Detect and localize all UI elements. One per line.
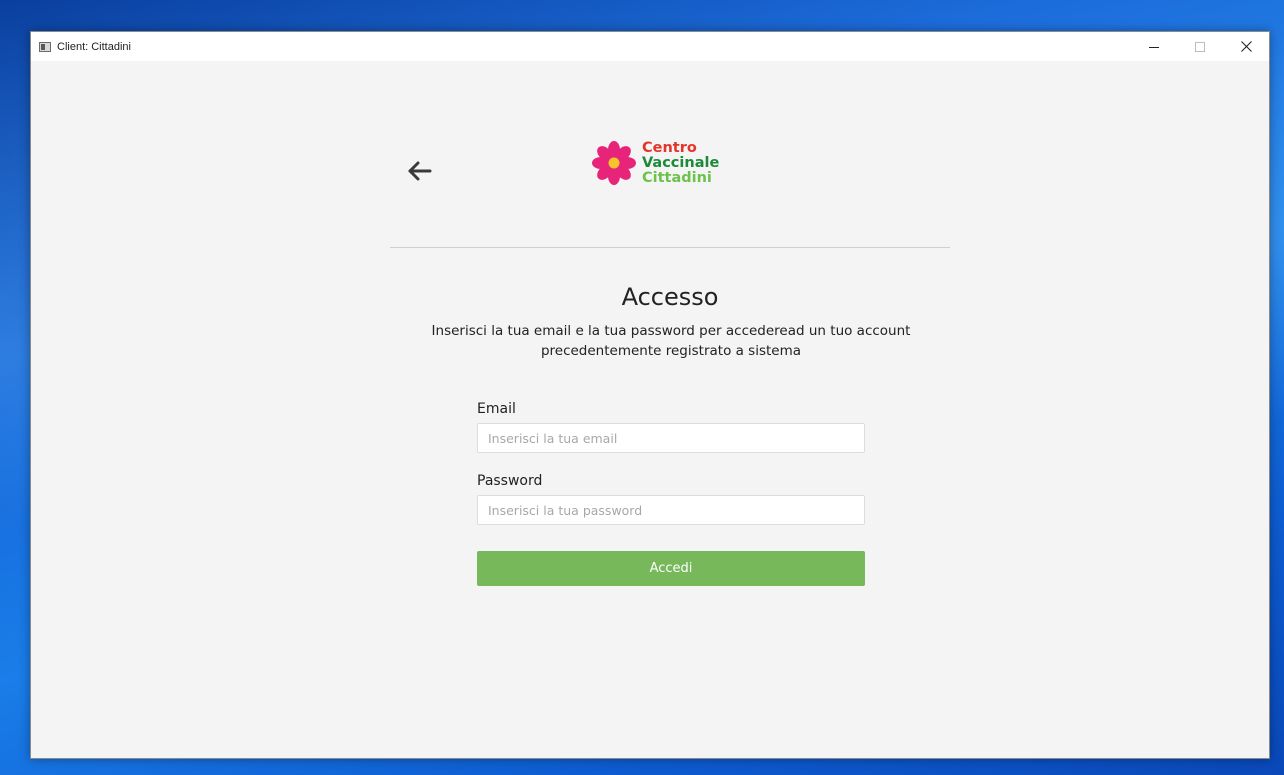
title-bar[interactable]: Client: Cittadini <box>31 32 1269 61</box>
login-button[interactable]: Accedi <box>477 551 865 586</box>
logo-line-1: Centro <box>642 139 697 156</box>
minimize-button[interactable] <box>1131 32 1177 61</box>
flower-logo-icon <box>592 141 636 185</box>
maximize-icon <box>1195 41 1205 52</box>
app-window-icon <box>39 41 51 52</box>
maximize-button[interactable] <box>1177 32 1223 61</box>
logo-text: Centro Vaccinale Cittadini <box>642 139 720 186</box>
password-field[interactable] <box>477 495 865 525</box>
close-button[interactable] <box>1223 32 1269 61</box>
window-title: Client: Cittadini <box>57 40 131 53</box>
arrow-left-icon <box>408 161 432 181</box>
header-row: Centro Vaccinale Cittadini <box>390 139 950 199</box>
header-divider <box>390 247 950 248</box>
close-icon <box>1240 41 1252 52</box>
logo-line-2: Vaccinale <box>642 154 720 171</box>
logo: Centro Vaccinale Cittadini <box>590 139 719 187</box>
minimize-icon <box>1149 46 1159 48</box>
email-field[interactable] <box>477 423 865 453</box>
login-form: Email Password Accedi <box>477 401 865 586</box>
page-subtitle: Inserisci la tua email e la tua password… <box>431 323 911 359</box>
back-button[interactable] <box>406 161 434 181</box>
app-window: Client: Cittadini Centro Vaccinale Citta… <box>30 31 1270 759</box>
window-controls <box>1131 32 1269 61</box>
password-label: Password <box>477 473 543 489</box>
email-label: Email <box>477 401 516 417</box>
password-group: Password <box>477 473 865 525</box>
logo-line-3: Cittadini <box>642 169 712 186</box>
email-group: Email <box>477 401 865 453</box>
page-title: Accesso <box>621 283 719 311</box>
content-area: Centro Vaccinale Cittadini Accesso Inser… <box>31 61 1269 759</box>
